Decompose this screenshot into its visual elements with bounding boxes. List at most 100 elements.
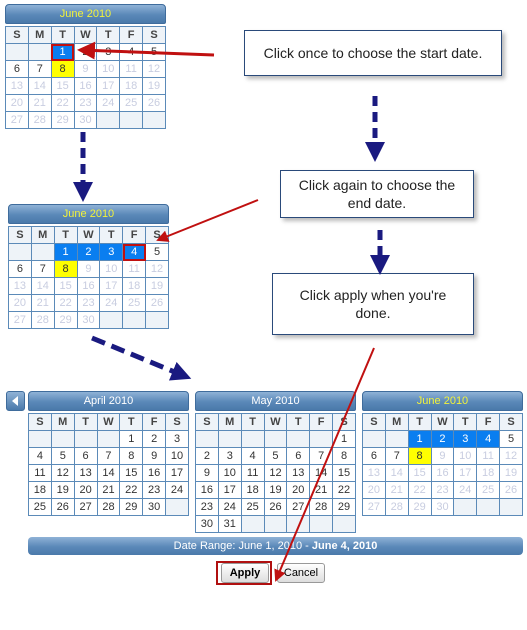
day-cell[interactable]: 8 bbox=[119, 447, 144, 465]
day-cell[interactable]: 5 bbox=[263, 447, 288, 465]
day-cell[interactable]: 4 bbox=[240, 447, 265, 465]
day-cell[interactable]: 21 bbox=[96, 481, 121, 499]
day-cell[interactable]: 4 bbox=[28, 447, 52, 465]
day-cell[interactable]: 17 bbox=[165, 464, 189, 482]
day-cell[interactable]: 29 bbox=[332, 498, 356, 516]
day-cell[interactable]: 18 bbox=[240, 481, 265, 499]
day-cell[interactable]: 7 bbox=[27, 60, 52, 78]
day-cell[interactable]: 2 bbox=[76, 243, 101, 261]
day-cell[interactable]: 23 bbox=[142, 481, 167, 499]
weekday-header: W bbox=[73, 26, 98, 44]
blue-arrow-4 bbox=[91, 335, 192, 381]
day-cell[interactable]: 20 bbox=[286, 481, 311, 499]
cancel-button[interactable]: Cancel bbox=[277, 563, 325, 583]
day-cell[interactable]: 16 bbox=[142, 464, 167, 482]
day-cell[interactable]: 3 bbox=[165, 430, 189, 448]
day-cell[interactable]: 19 bbox=[263, 481, 288, 499]
empty-cell bbox=[240, 515, 265, 533]
day-cell[interactable]: 31 bbox=[217, 515, 242, 533]
day-cell[interactable]: 2 bbox=[195, 447, 219, 465]
day-cell[interactable]: 29 bbox=[119, 498, 144, 516]
day-cell[interactable]: 8 bbox=[53, 260, 78, 278]
day-cell[interactable]: 28 bbox=[309, 498, 334, 516]
day-cell[interactable]: 12 bbox=[263, 464, 288, 482]
day-cell[interactable]: 6 bbox=[286, 447, 311, 465]
day-cell[interactable]: 3 bbox=[453, 430, 478, 448]
day-cell[interactable]: 2 bbox=[73, 43, 98, 61]
day-cell[interactable]: 16 bbox=[195, 481, 219, 499]
day-cell[interactable]: 11 bbox=[240, 464, 265, 482]
day-cell: 23 bbox=[73, 94, 98, 112]
day-cell[interactable]: 5 bbox=[499, 430, 523, 448]
previous-month-button[interactable] bbox=[6, 391, 25, 411]
day-cell[interactable]: 21 bbox=[309, 481, 334, 499]
day-cell[interactable]: 5 bbox=[145, 243, 169, 261]
day-cell[interactable]: 17 bbox=[217, 481, 242, 499]
day-cell[interactable]: 7 bbox=[96, 447, 121, 465]
empty-cell bbox=[476, 498, 501, 516]
day-cell[interactable]: 6 bbox=[73, 447, 98, 465]
day-cell[interactable]: 19 bbox=[50, 481, 75, 499]
day-cell[interactable]: 25 bbox=[240, 498, 265, 516]
day-cell[interactable]: 7 bbox=[30, 260, 55, 278]
day-cell[interactable]: 12 bbox=[50, 464, 75, 482]
day-cell[interactable]: 10 bbox=[217, 464, 242, 482]
day-cell[interactable]: 1 bbox=[50, 43, 75, 61]
day-cell[interactable]: 9 bbox=[142, 447, 167, 465]
empty-cell bbox=[142, 111, 166, 129]
day-cell[interactable]: 8 bbox=[407, 447, 432, 465]
day-cell[interactable]: 4 bbox=[122, 243, 147, 261]
day-cell[interactable]: 7 bbox=[384, 447, 409, 465]
day-cell[interactable]: 20 bbox=[73, 481, 98, 499]
day-cell[interactable]: 4 bbox=[119, 43, 144, 61]
day-cell[interactable]: 25 bbox=[28, 498, 52, 516]
day-cell[interactable]: 6 bbox=[8, 260, 32, 278]
apply-button[interactable]: Apply bbox=[221, 563, 269, 583]
day-cell: 19 bbox=[142, 77, 166, 95]
day-cell[interactable]: 30 bbox=[142, 498, 167, 516]
day-cell[interactable]: 9 bbox=[195, 464, 219, 482]
day-cell[interactable]: 6 bbox=[5, 60, 29, 78]
day-cell[interactable]: 23 bbox=[195, 498, 219, 516]
day-cell[interactable]: 1 bbox=[119, 430, 144, 448]
day-cell[interactable]: 8 bbox=[50, 60, 75, 78]
day-cell[interactable]: 14 bbox=[309, 464, 334, 482]
day-cell: 14 bbox=[30, 277, 55, 295]
calendar-step2-june: June 2010 S M T W T F S 1 2 3 4 5 6 7 8 9 10 11 12 13 14 15 16 1… bbox=[8, 204, 169, 329]
day-cell[interactable]: 6 bbox=[362, 447, 386, 465]
day-cell[interactable]: 27 bbox=[73, 498, 98, 516]
day-cell[interactable]: 24 bbox=[165, 481, 189, 499]
day-cell[interactable]: 3 bbox=[96, 43, 121, 61]
empty-cell bbox=[50, 430, 75, 448]
day-cell[interactable]: 2 bbox=[142, 430, 167, 448]
day-cell: 30 bbox=[430, 498, 455, 516]
day-cell[interactable]: 7 bbox=[309, 447, 334, 465]
day-cell[interactable]: 10 bbox=[165, 447, 189, 465]
month-header: June 2010 bbox=[8, 204, 169, 224]
day-cell[interactable]: 22 bbox=[119, 481, 144, 499]
day-cell[interactable]: 8 bbox=[332, 447, 356, 465]
day-cell[interactable]: 15 bbox=[332, 464, 356, 482]
day-cell[interactable]: 28 bbox=[96, 498, 121, 516]
day-cell[interactable]: 4 bbox=[476, 430, 501, 448]
day-cell[interactable]: 22 bbox=[332, 481, 356, 499]
day-cell[interactable]: 27 bbox=[286, 498, 311, 516]
day-cell[interactable]: 5 bbox=[50, 447, 75, 465]
day-cell[interactable]: 26 bbox=[263, 498, 288, 516]
day-cell[interactable]: 3 bbox=[217, 447, 242, 465]
day-cell[interactable]: 1 bbox=[53, 243, 78, 261]
day-cell[interactable]: 14 bbox=[96, 464, 121, 482]
day-cell[interactable]: 15 bbox=[119, 464, 144, 482]
day-cell[interactable]: 26 bbox=[50, 498, 75, 516]
day-cell[interactable]: 2 bbox=[430, 430, 455, 448]
day-cell[interactable]: 1 bbox=[332, 430, 356, 448]
day-cell[interactable]: 13 bbox=[73, 464, 98, 482]
day-cell[interactable]: 30 bbox=[195, 515, 219, 533]
day-cell[interactable]: 11 bbox=[28, 464, 52, 482]
day-cell[interactable]: 24 bbox=[217, 498, 242, 516]
day-cell[interactable]: 1 bbox=[407, 430, 432, 448]
day-cell[interactable]: 5 bbox=[142, 43, 166, 61]
day-cell[interactable]: 13 bbox=[286, 464, 311, 482]
day-cell[interactable]: 3 bbox=[99, 243, 124, 261]
day-cell[interactable]: 18 bbox=[28, 481, 52, 499]
